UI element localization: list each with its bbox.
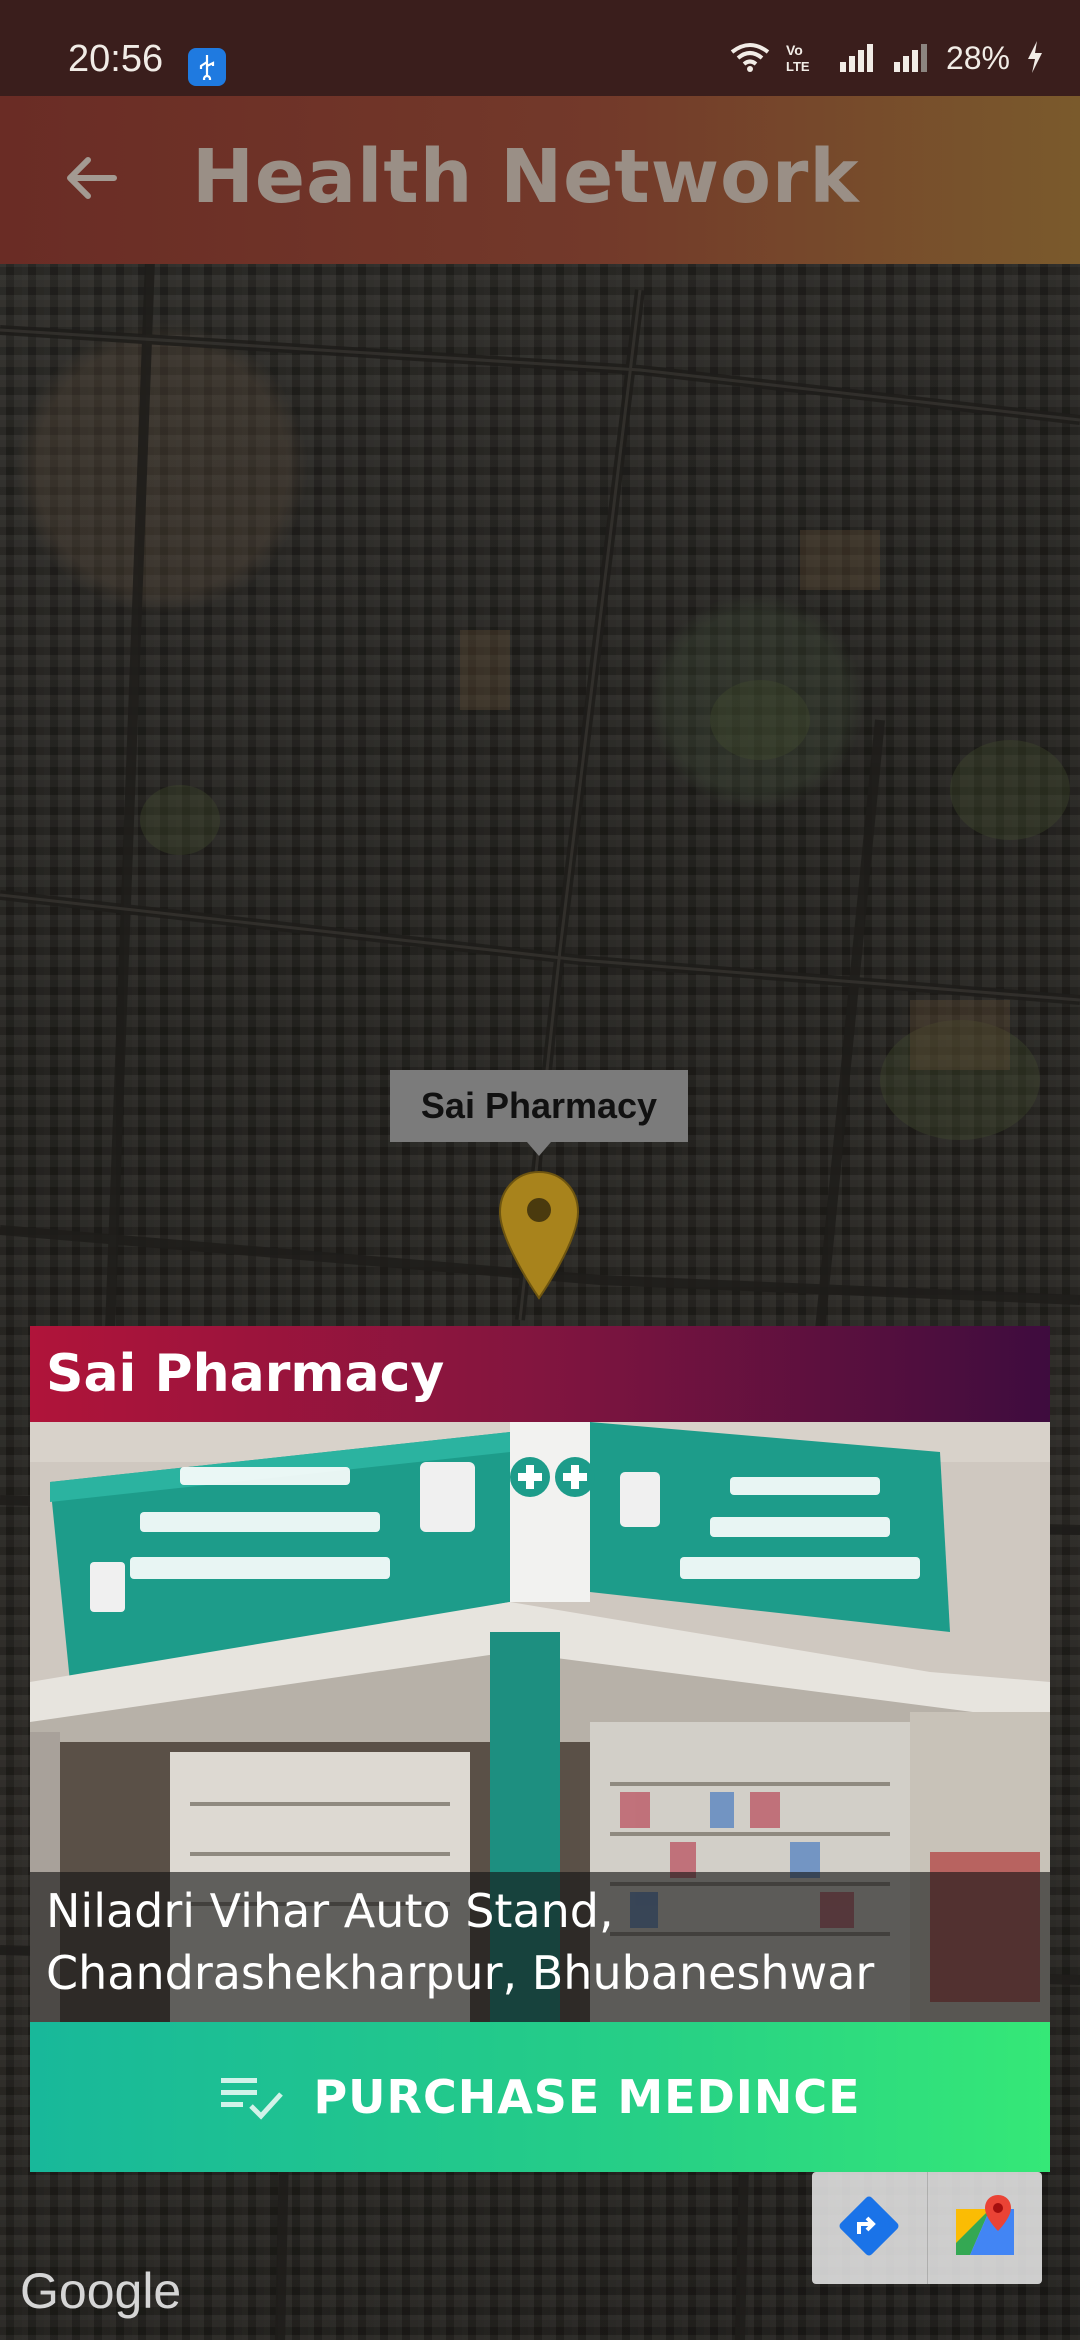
map-pin-icon[interactable] [498, 1170, 580, 1304]
back-button[interactable] [48, 136, 136, 224]
battery-level: 28% [945, 40, 1010, 76]
status-time: 20:56 [68, 38, 164, 80]
marker-info-label[interactable]: Sai Pharmacy [390, 1070, 688, 1142]
signal-icon-1 [838, 42, 876, 76]
volte-icon: Vo LTE [786, 41, 822, 77]
page-title: Health Network [192, 134, 860, 220]
google-attribution: Google [20, 2263, 182, 2319]
directions-button[interactable] [812, 2172, 927, 2284]
card-header: Sai Pharmacy [30, 1326, 1050, 1422]
usb-icon [188, 48, 226, 86]
arrow-left-icon [66, 156, 118, 204]
directions-icon [837, 2194, 901, 2262]
address-line-2: Chandrashekharpur, Bhubaneshwar [46, 1946, 875, 2000]
pharmacy-card: Sai Pharmacy Niladri Vihar Auto Stand, C… [30, 1326, 1050, 2172]
google-maps-icon [950, 2191, 1020, 2265]
address-line-1: Niladri Vihar Auto Stand, [46, 1884, 614, 1938]
svg-text:LTE: LTE [786, 59, 810, 73]
status-bar: 20:56 Vo LTE 28% [0, 0, 1080, 96]
card-title: Sai Pharmacy [46, 1344, 445, 1404]
playlist-check-icon [219, 2072, 285, 2122]
app-bar: Health Network [0, 96, 1080, 264]
signal-icon-2 [892, 42, 930, 76]
wifi-icon [730, 42, 770, 76]
status-icons: Vo LTE 28% [730, 40, 1044, 77]
pharmacy-photo: Niladri Vihar Auto Stand, Chandrashekhar… [30, 1422, 1050, 2022]
svg-text:Vo: Vo [786, 42, 803, 58]
open-maps-button[interactable] [926, 2172, 1043, 2284]
map-toolbar [812, 2172, 1042, 2284]
purchase-label: PURCHASE MEDINCE [313, 2070, 861, 2124]
marker-label-arrow [527, 1142, 551, 1156]
charging-icon [1026, 40, 1044, 77]
address-overlay: Niladri Vihar Auto Stand, Chandrashekhar… [30, 1872, 1050, 2022]
purchase-medicine-button[interactable]: PURCHASE MEDINCE [30, 2022, 1050, 2172]
